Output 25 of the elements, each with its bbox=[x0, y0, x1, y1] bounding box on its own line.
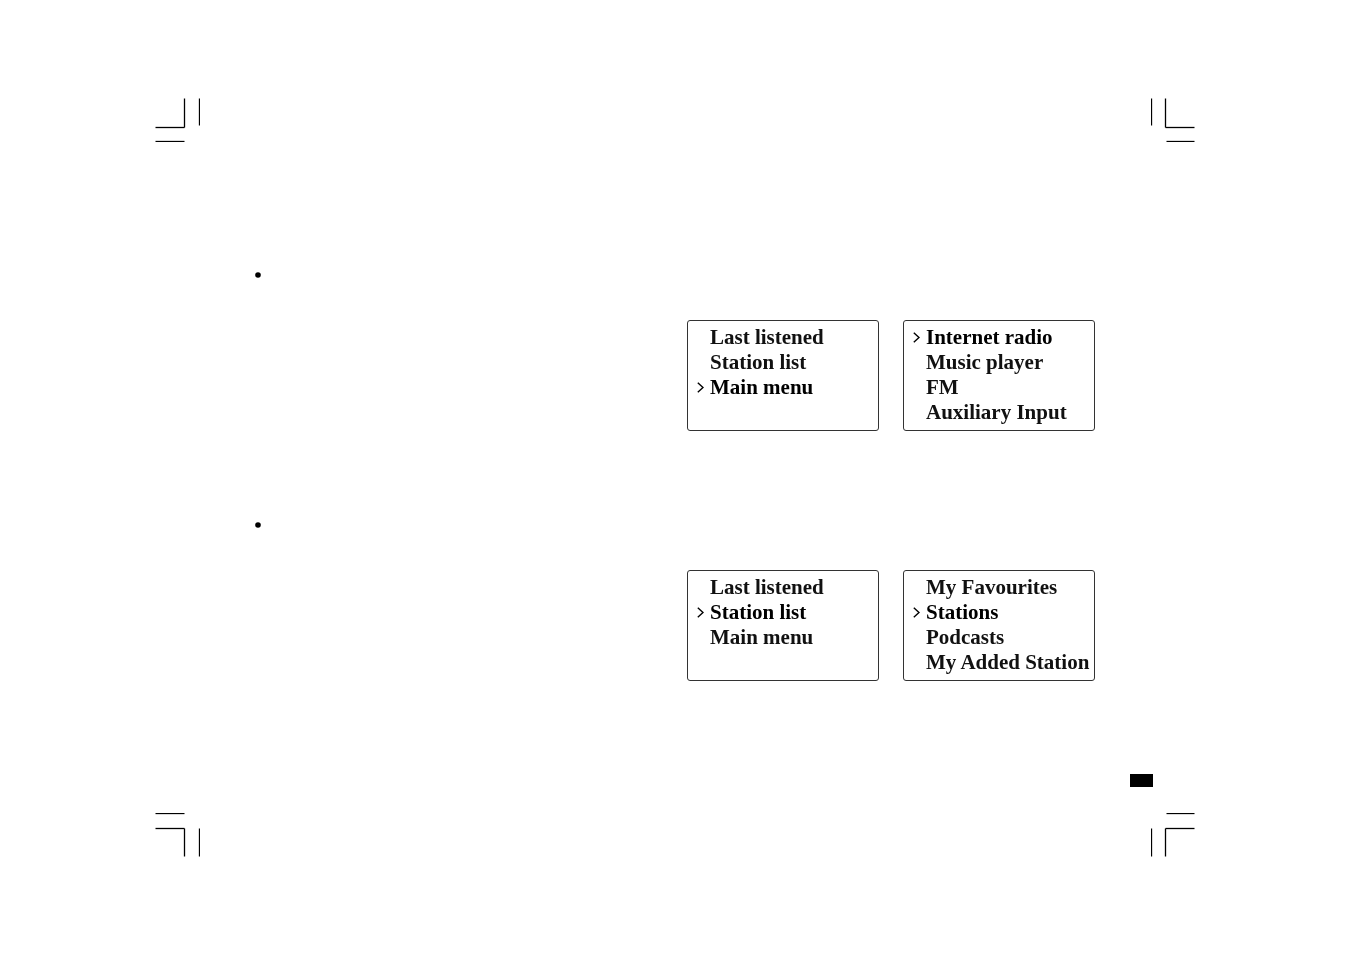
menu-item-label: Internet radio bbox=[926, 325, 1053, 350]
menu-item-label: Podcasts bbox=[926, 625, 1005, 650]
menu-item-label: Auxiliary Input bbox=[926, 400, 1067, 425]
menu-item-label: Main menu bbox=[710, 375, 814, 400]
menu-item-label: Main menu bbox=[710, 625, 814, 650]
selection-chevron-icon bbox=[697, 382, 704, 393]
crop-mark-icon bbox=[1151, 98, 1196, 142]
selection-chevron-icon bbox=[697, 607, 704, 618]
bullet-icon bbox=[255, 272, 261, 278]
menu-item-label: Station list bbox=[710, 350, 807, 375]
selection-chevron-icon bbox=[913, 332, 920, 343]
page-tab-marker-icon bbox=[1130, 774, 1153, 787]
crop-mark-icon bbox=[155, 813, 200, 857]
menu-item-label: My Favourites bbox=[926, 575, 1058, 600]
menu-item-label: Music player bbox=[926, 350, 1044, 375]
crop-mark-icon bbox=[1151, 813, 1196, 857]
selection-chevron-icon bbox=[913, 607, 920, 618]
crop-mark-icon bbox=[155, 98, 200, 142]
menu-item-label: FM bbox=[926, 375, 959, 400]
bullet-icon bbox=[255, 522, 261, 528]
menu-item-label: Stations bbox=[926, 600, 999, 625]
menu-item-label: Last listened bbox=[710, 325, 824, 350]
menu-item-label: Station list bbox=[710, 600, 807, 625]
menu-item-label: My Added Station bbox=[926, 650, 1090, 675]
menu-item-label: Last listened bbox=[710, 575, 824, 600]
